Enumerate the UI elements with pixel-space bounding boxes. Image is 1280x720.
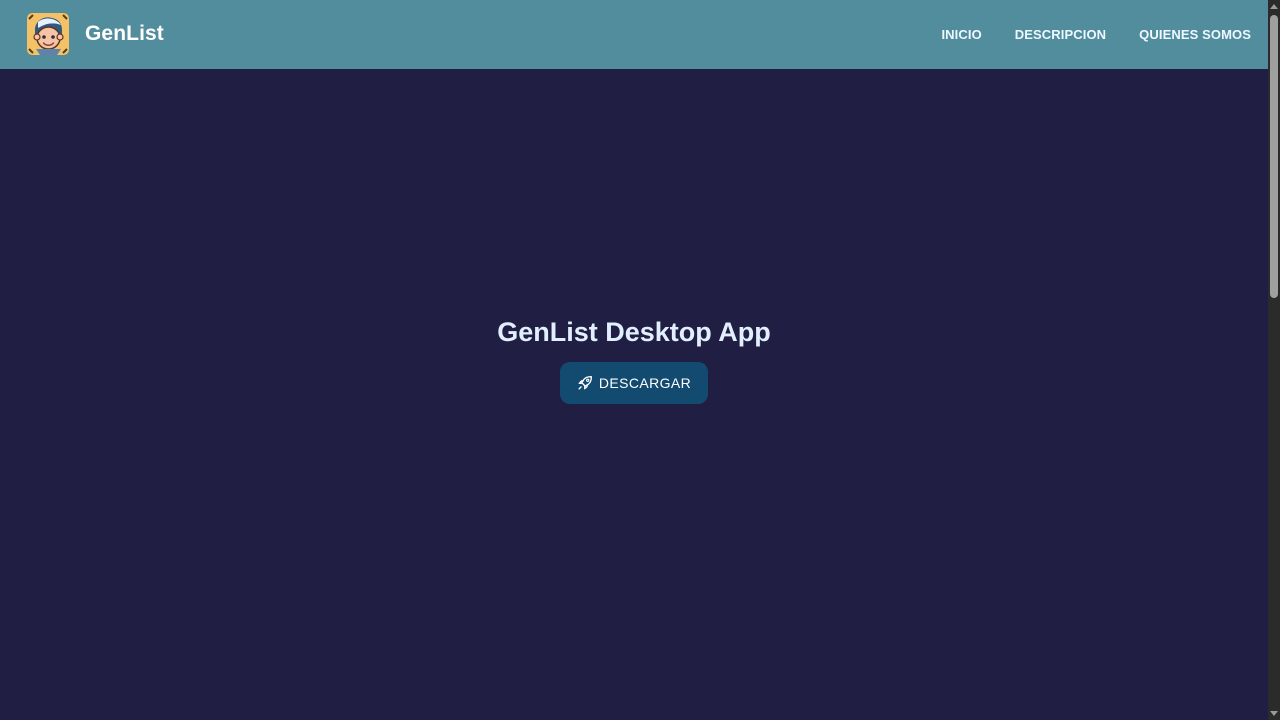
brand-home-link[interactable]: GenList [27,13,164,55]
main-nav: INICIO DESCRIPCION QUIENES SOMOS [941,0,1251,69]
cartoon-face-logo-icon [27,13,69,55]
top-navigation: GenList INICIO DESCRIPCION QUIENES SOMOS [0,0,1268,69]
hero-section: GenList Desktop App DESCARGAR [0,69,1268,720]
download-button-label: DESCARGAR [598,375,692,391]
scrollbar-thumb[interactable] [1270,15,1278,298]
scroll-down-arrow-icon[interactable] [1270,711,1278,716]
browser-viewport: GenList INICIO DESCRIPCION QUIENES SOMOS… [0,0,1280,720]
page-title: GenList Desktop App [497,317,771,347]
brand-name: GenList [85,22,164,45]
page-scrollbar[interactable] [1268,0,1280,720]
scroll-up-arrow-icon[interactable] [1270,4,1278,9]
nav-descripcion-link[interactable]: DESCRIPCION [1015,27,1106,42]
nav-quienes-somos-link[interactable]: QUIENES SOMOS [1139,27,1251,42]
rocket-icon [578,376,592,390]
download-button[interactable]: DESCARGAR [560,362,708,404]
nav-inicio-link[interactable]: INICIO [941,27,981,42]
